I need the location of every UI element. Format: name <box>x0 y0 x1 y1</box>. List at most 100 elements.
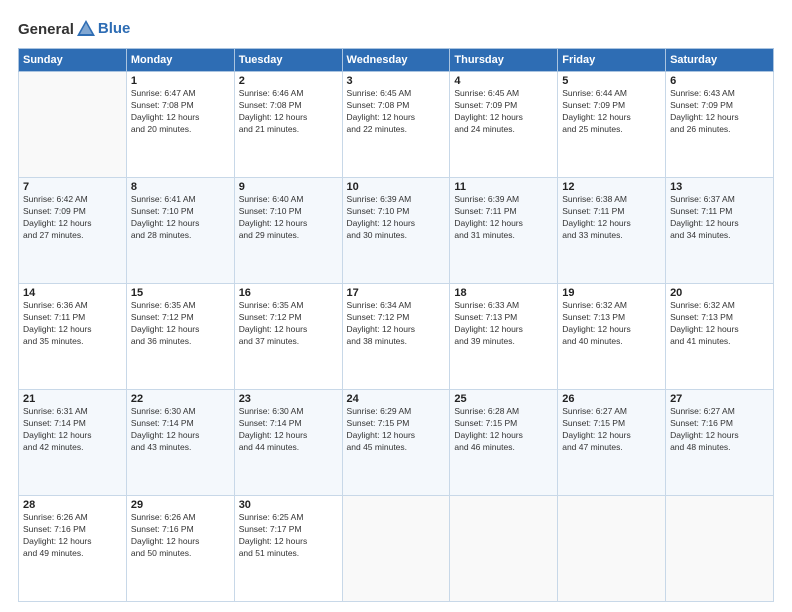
calendar-cell: 11Sunrise: 6:39 AM Sunset: 7:11 PM Dayli… <box>450 178 558 284</box>
calendar-cell: 15Sunrise: 6:35 AM Sunset: 7:12 PM Dayli… <box>126 284 234 390</box>
calendar-cell: 12Sunrise: 6:38 AM Sunset: 7:11 PM Dayli… <box>558 178 666 284</box>
calendar-week-row: 14Sunrise: 6:36 AM Sunset: 7:11 PM Dayli… <box>19 284 774 390</box>
day-number: 25 <box>454 393 553 405</box>
calendar-cell: 29Sunrise: 6:26 AM Sunset: 7:16 PM Dayli… <box>126 496 234 602</box>
calendar-cell: 2Sunrise: 6:46 AM Sunset: 7:08 PM Daylig… <box>234 72 342 178</box>
calendar-cell: 8Sunrise: 6:41 AM Sunset: 7:10 PM Daylig… <box>126 178 234 284</box>
day-number: 4 <box>454 75 553 87</box>
day-number: 9 <box>239 181 338 193</box>
day-info: Sunrise: 6:33 AM Sunset: 7:13 PM Dayligh… <box>454 300 553 348</box>
day-info: Sunrise: 6:32 AM Sunset: 7:13 PM Dayligh… <box>562 300 661 348</box>
day-number: 16 <box>239 287 338 299</box>
calendar-week-row: 1Sunrise: 6:47 AM Sunset: 7:08 PM Daylig… <box>19 72 774 178</box>
calendar-cell: 18Sunrise: 6:33 AM Sunset: 7:13 PM Dayli… <box>450 284 558 390</box>
day-info: Sunrise: 6:37 AM Sunset: 7:11 PM Dayligh… <box>670 194 769 242</box>
logo-blue: Blue <box>98 20 131 37</box>
calendar-cell: 10Sunrise: 6:39 AM Sunset: 7:10 PM Dayli… <box>342 178 450 284</box>
day-info: Sunrise: 6:27 AM Sunset: 7:15 PM Dayligh… <box>562 406 661 454</box>
day-number: 2 <box>239 75 338 87</box>
day-info: Sunrise: 6:44 AM Sunset: 7:09 PM Dayligh… <box>562 88 661 136</box>
calendar-header-row: SundayMondayTuesdayWednesdayThursdayFrid… <box>19 49 774 72</box>
day-number: 29 <box>131 499 230 511</box>
calendar-header-wednesday: Wednesday <box>342 49 450 72</box>
day-number: 20 <box>670 287 769 299</box>
calendar-header-thursday: Thursday <box>450 49 558 72</box>
day-number: 30 <box>239 499 338 511</box>
day-number: 18 <box>454 287 553 299</box>
day-info: Sunrise: 6:31 AM Sunset: 7:14 PM Dayligh… <box>23 406 122 454</box>
day-number: 22 <box>131 393 230 405</box>
day-number: 11 <box>454 181 553 193</box>
day-number: 10 <box>347 181 446 193</box>
day-number: 28 <box>23 499 122 511</box>
calendar-cell: 22Sunrise: 6:30 AM Sunset: 7:14 PM Dayli… <box>126 390 234 496</box>
calendar-cell: 28Sunrise: 6:26 AM Sunset: 7:16 PM Dayli… <box>19 496 127 602</box>
day-info: Sunrise: 6:46 AM Sunset: 7:08 PM Dayligh… <box>239 88 338 136</box>
day-info: Sunrise: 6:41 AM Sunset: 7:10 PM Dayligh… <box>131 194 230 242</box>
day-info: Sunrise: 6:45 AM Sunset: 7:09 PM Dayligh… <box>454 88 553 136</box>
day-info: Sunrise: 6:28 AM Sunset: 7:15 PM Dayligh… <box>454 406 553 454</box>
day-number: 8 <box>131 181 230 193</box>
day-number: 27 <box>670 393 769 405</box>
day-number: 7 <box>23 181 122 193</box>
day-number: 17 <box>347 287 446 299</box>
logo-general: General <box>18 21 74 38</box>
day-info: Sunrise: 6:25 AM Sunset: 7:17 PM Dayligh… <box>239 512 338 560</box>
calendar-cell: 17Sunrise: 6:34 AM Sunset: 7:12 PM Dayli… <box>342 284 450 390</box>
day-number: 3 <box>347 75 446 87</box>
day-info: Sunrise: 6:36 AM Sunset: 7:11 PM Dayligh… <box>23 300 122 348</box>
calendar-cell <box>666 496 774 602</box>
day-number: 12 <box>562 181 661 193</box>
day-info: Sunrise: 6:26 AM Sunset: 7:16 PM Dayligh… <box>131 512 230 560</box>
day-info: Sunrise: 6:39 AM Sunset: 7:10 PM Dayligh… <box>347 194 446 242</box>
calendar-table: SundayMondayTuesdayWednesdayThursdayFrid… <box>18 48 774 602</box>
calendar-cell: 14Sunrise: 6:36 AM Sunset: 7:11 PM Dayli… <box>19 284 127 390</box>
calendar-cell: 19Sunrise: 6:32 AM Sunset: 7:13 PM Dayli… <box>558 284 666 390</box>
calendar-cell: 25Sunrise: 6:28 AM Sunset: 7:15 PM Dayli… <box>450 390 558 496</box>
calendar-cell: 21Sunrise: 6:31 AM Sunset: 7:14 PM Dayli… <box>19 390 127 496</box>
calendar-cell: 30Sunrise: 6:25 AM Sunset: 7:17 PM Dayli… <box>234 496 342 602</box>
calendar-header-saturday: Saturday <box>666 49 774 72</box>
calendar-week-row: 21Sunrise: 6:31 AM Sunset: 7:14 PM Dayli… <box>19 390 774 496</box>
day-number: 13 <box>670 181 769 193</box>
day-info: Sunrise: 6:26 AM Sunset: 7:16 PM Dayligh… <box>23 512 122 560</box>
calendar-cell <box>342 496 450 602</box>
day-info: Sunrise: 6:34 AM Sunset: 7:12 PM Dayligh… <box>347 300 446 348</box>
day-info: Sunrise: 6:27 AM Sunset: 7:16 PM Dayligh… <box>670 406 769 454</box>
calendar-cell: 23Sunrise: 6:30 AM Sunset: 7:14 PM Dayli… <box>234 390 342 496</box>
calendar-cell <box>558 496 666 602</box>
day-number: 26 <box>562 393 661 405</box>
day-number: 15 <box>131 287 230 299</box>
day-info: Sunrise: 6:40 AM Sunset: 7:10 PM Dayligh… <box>239 194 338 242</box>
header: General Blue <box>18 18 774 40</box>
day-info: Sunrise: 6:42 AM Sunset: 7:09 PM Dayligh… <box>23 194 122 242</box>
calendar-header-tuesday: Tuesday <box>234 49 342 72</box>
day-info: Sunrise: 6:43 AM Sunset: 7:09 PM Dayligh… <box>670 88 769 136</box>
logo: General Blue <box>18 18 130 40</box>
day-number: 23 <box>239 393 338 405</box>
day-number: 6 <box>670 75 769 87</box>
calendar-cell <box>450 496 558 602</box>
day-number: 14 <box>23 287 122 299</box>
day-info: Sunrise: 6:47 AM Sunset: 7:08 PM Dayligh… <box>131 88 230 136</box>
day-info: Sunrise: 6:32 AM Sunset: 7:13 PM Dayligh… <box>670 300 769 348</box>
calendar-cell: 16Sunrise: 6:35 AM Sunset: 7:12 PM Dayli… <box>234 284 342 390</box>
day-number: 1 <box>131 75 230 87</box>
calendar-week-row: 28Sunrise: 6:26 AM Sunset: 7:16 PM Dayli… <box>19 496 774 602</box>
calendar-header-friday: Friday <box>558 49 666 72</box>
page: General Blue SundayMondayTuesdayWednesda… <box>0 0 792 612</box>
day-info: Sunrise: 6:39 AM Sunset: 7:11 PM Dayligh… <box>454 194 553 242</box>
day-number: 5 <box>562 75 661 87</box>
day-info: Sunrise: 6:29 AM Sunset: 7:15 PM Dayligh… <box>347 406 446 454</box>
calendar-cell: 24Sunrise: 6:29 AM Sunset: 7:15 PM Dayli… <box>342 390 450 496</box>
day-number: 24 <box>347 393 446 405</box>
day-number: 19 <box>562 287 661 299</box>
day-info: Sunrise: 6:45 AM Sunset: 7:08 PM Dayligh… <box>347 88 446 136</box>
calendar-cell: 26Sunrise: 6:27 AM Sunset: 7:15 PM Dayli… <box>558 390 666 496</box>
logo-icon <box>75 18 97 40</box>
calendar-week-row: 7Sunrise: 6:42 AM Sunset: 7:09 PM Daylig… <box>19 178 774 284</box>
calendar-cell: 13Sunrise: 6:37 AM Sunset: 7:11 PM Dayli… <box>666 178 774 284</box>
day-info: Sunrise: 6:35 AM Sunset: 7:12 PM Dayligh… <box>131 300 230 348</box>
calendar-cell: 4Sunrise: 6:45 AM Sunset: 7:09 PM Daylig… <box>450 72 558 178</box>
calendar-header-sunday: Sunday <box>19 49 127 72</box>
